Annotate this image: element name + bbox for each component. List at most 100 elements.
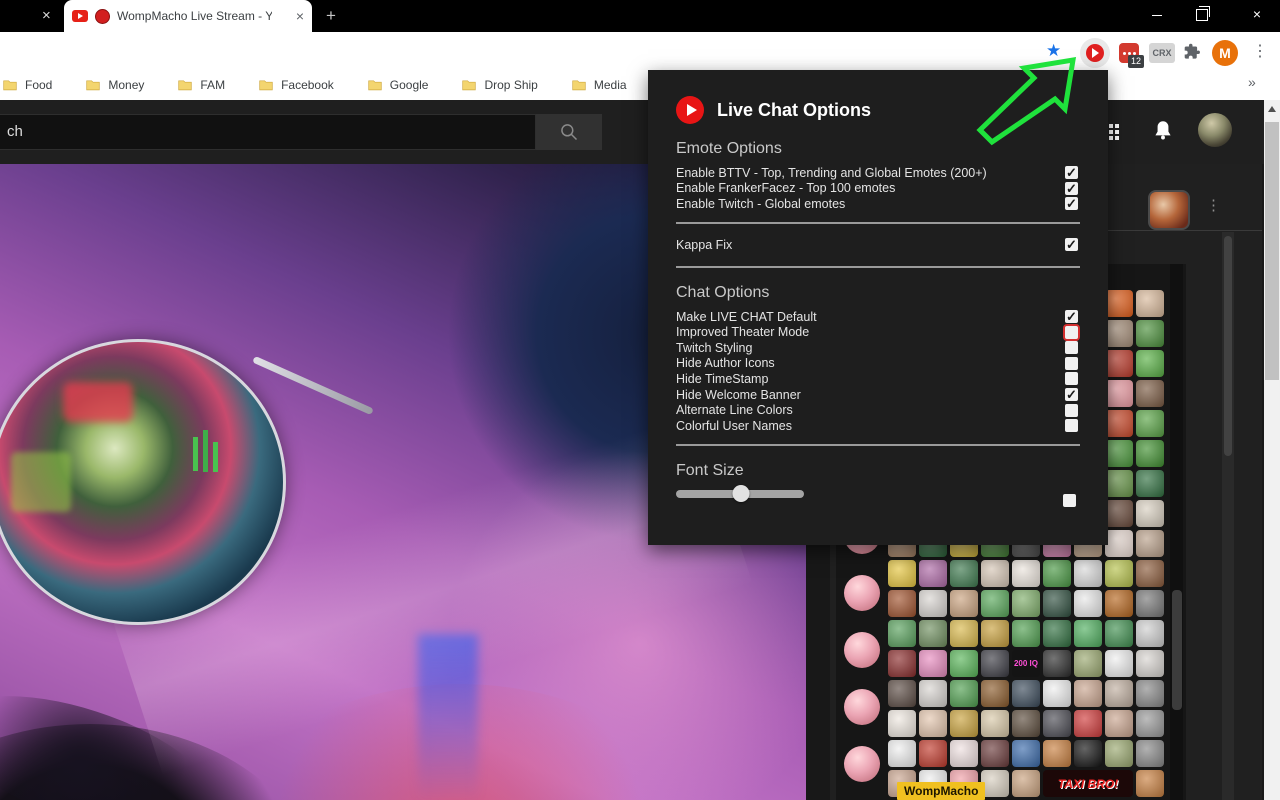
chat-username-tag[interactable]: WompMacho	[897, 782, 985, 800]
chat-menu-icon[interactable]: ⋮	[1206, 196, 1221, 214]
emote[interactable]	[981, 560, 1009, 587]
emote[interactable]	[888, 740, 916, 767]
option-checkbox[interactable]	[1065, 419, 1078, 432]
emote[interactable]	[1136, 470, 1164, 497]
font-size-slider-thumb[interactable]	[733, 485, 750, 502]
option-checkbox[interactable]	[1065, 372, 1078, 385]
profile-avatar[interactable]: M	[1212, 40, 1238, 66]
emote[interactable]	[950, 740, 978, 767]
emote-menu-toggle-avatar[interactable]	[1148, 190, 1190, 230]
emote[interactable]	[1105, 740, 1133, 767]
option-checkbox[interactable]	[1065, 388, 1078, 401]
emote[interactable]	[1074, 710, 1102, 737]
extra-checkbox[interactable]	[1063, 494, 1076, 507]
emote[interactable]	[1012, 620, 1040, 647]
emote[interactable]	[1136, 650, 1164, 677]
emote[interactable]	[919, 560, 947, 587]
window-close-button[interactable]: ×	[1242, 6, 1272, 22]
emote[interactable]	[1074, 620, 1102, 647]
emote-avatar-circle[interactable]	[844, 575, 880, 611]
bookmark-folder-media[interactable]: Media	[572, 78, 627, 92]
emote[interactable]	[1136, 320, 1164, 347]
emote[interactable]	[1136, 500, 1164, 527]
bookmark-folder-drop-ship[interactable]: Drop Ship	[462, 78, 537, 92]
emote[interactable]	[1105, 560, 1133, 587]
emote[interactable]	[1105, 680, 1133, 707]
tab-close-icon[interactable]: ×	[296, 8, 304, 24]
emote[interactable]	[1105, 710, 1133, 737]
emote[interactable]	[1105, 530, 1133, 557]
channel-avatar[interactable]	[1198, 113, 1232, 147]
emote[interactable]	[888, 590, 916, 617]
emote[interactable]	[950, 620, 978, 647]
browser-tab-active[interactable]: WompMacho Live Stream - Y ×	[64, 0, 312, 32]
emote[interactable]	[950, 680, 978, 707]
emote[interactable]	[1105, 350, 1133, 377]
option-checkbox[interactable]	[1065, 197, 1078, 210]
emote[interactable]	[1136, 290, 1164, 317]
emote[interactable]	[1136, 590, 1164, 617]
emote[interactable]	[919, 590, 947, 617]
emote[interactable]	[1043, 560, 1071, 587]
scrollbar-up-arrow-icon[interactable]	[1268, 106, 1276, 112]
emote[interactable]	[981, 620, 1009, 647]
browser-scrollbar[interactable]	[1264, 100, 1280, 800]
emote-menu-scrollbar[interactable]	[1170, 264, 1183, 800]
emote[interactable]	[1074, 590, 1102, 617]
browser-scrollbar-thumb[interactable]	[1265, 122, 1279, 380]
emote[interactable]	[919, 620, 947, 647]
emote[interactable]	[888, 650, 916, 677]
emote[interactable]	[950, 710, 978, 737]
option-checkbox[interactable]	[1065, 238, 1078, 251]
emote[interactable]	[919, 680, 947, 707]
emote[interactable]	[1043, 680, 1071, 707]
emote[interactable]	[1105, 440, 1133, 467]
emote[interactable]	[1136, 560, 1164, 587]
search-input[interactable]: ch	[0, 114, 536, 150]
emote[interactable]	[981, 680, 1009, 707]
option-checkbox[interactable]	[1065, 166, 1078, 179]
live-chat-extension-icon[interactable]	[1086, 44, 1104, 62]
notifications-bell-icon[interactable]	[1150, 118, 1176, 144]
emote[interactable]	[1074, 560, 1102, 587]
emote[interactable]	[1136, 440, 1164, 467]
emote[interactable]: TAXI BRO!	[1043, 770, 1133, 797]
emote[interactable]	[888, 710, 916, 737]
emote[interactable]	[1043, 710, 1071, 737]
emote[interactable]	[950, 560, 978, 587]
emote[interactable]	[1074, 650, 1102, 677]
emote-avatar-circle[interactable]	[844, 689, 880, 725]
browser-menu-icon[interactable]: ⋮	[1252, 41, 1268, 61]
emote[interactable]	[981, 740, 1009, 767]
bookmark-folder-food[interactable]: Food	[3, 78, 52, 92]
emote[interactable]	[888, 560, 916, 587]
emote[interactable]	[950, 590, 978, 617]
emote[interactable]	[1136, 620, 1164, 647]
emote[interactable]	[919, 650, 947, 677]
emote[interactable]	[1105, 380, 1133, 407]
background-tab-close-icon[interactable]: ×	[42, 7, 51, 25]
bookmarks-overflow-icon[interactable]: »	[1248, 74, 1256, 90]
emote[interactable]	[888, 680, 916, 707]
emote-menu-scrollbar-thumb[interactable]	[1172, 590, 1182, 710]
bookmark-folder-money[interactable]: Money	[86, 78, 144, 92]
emote[interactable]	[981, 710, 1009, 737]
emote[interactable]	[1012, 680, 1040, 707]
emote[interactable]	[1136, 770, 1164, 797]
emote[interactable]	[1012, 560, 1040, 587]
emote[interactable]	[919, 740, 947, 767]
emote[interactable]	[1043, 620, 1071, 647]
emote[interactable]	[1105, 620, 1133, 647]
bookmark-folder-facebook[interactable]: Facebook	[259, 78, 334, 92]
emote[interactable]: 200 IQ	[1012, 650, 1040, 677]
new-tab-button[interactable]: +	[326, 8, 336, 24]
window-restore-button[interactable]	[1196, 9, 1208, 21]
emote[interactable]	[1136, 380, 1164, 407]
emote[interactable]	[1136, 710, 1164, 737]
bookmark-folder-google[interactable]: Google	[368, 78, 429, 92]
emote[interactable]	[888, 620, 916, 647]
emote[interactable]	[981, 770, 1009, 797]
option-checkbox[interactable]	[1065, 357, 1078, 370]
crx-extension-icon[interactable]: CRX	[1149, 43, 1175, 63]
emote[interactable]	[1012, 740, 1040, 767]
